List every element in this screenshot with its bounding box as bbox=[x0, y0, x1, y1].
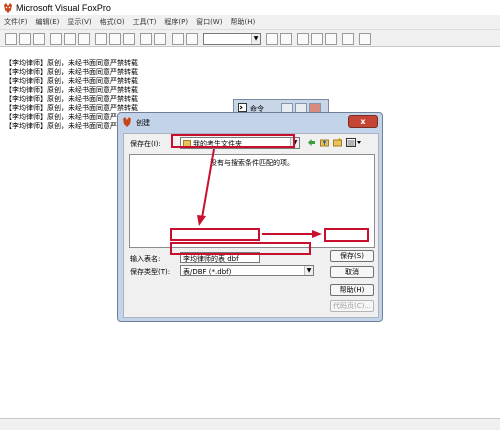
form-wizard-icon[interactable] bbox=[297, 33, 309, 45]
spell-check-icon[interactable] bbox=[78, 33, 90, 45]
print-preview-icon[interactable] bbox=[64, 33, 76, 45]
help-icon[interactable] bbox=[359, 33, 371, 45]
autoreport-icon[interactable] bbox=[342, 33, 354, 45]
menu-window[interactable]: 窗口(W) bbox=[196, 17, 222, 27]
run-icon[interactable] bbox=[172, 33, 184, 45]
command-window-icon bbox=[238, 103, 247, 112]
toolbar: ▼ bbox=[0, 29, 500, 47]
cancel-button[interactable]: 取消 bbox=[330, 266, 374, 278]
help-button[interactable]: 帮助(H) bbox=[330, 284, 374, 296]
save-in-value: 我的考生文件夹 bbox=[193, 140, 242, 148]
menu-file[interactable]: 文件(F) bbox=[4, 17, 28, 27]
modify-form-icon[interactable] bbox=[186, 33, 198, 45]
table-name-input[interactable]: 李均律师的表 dbf bbox=[180, 252, 260, 263]
status-bar bbox=[0, 418, 500, 430]
dialog-title: 创建 bbox=[136, 119, 150, 127]
create-dialog: 创建 x 保存在(I): 我的考生文件夹 ▼ 没有与搜索条件匹配的项。 输入表名… bbox=[117, 112, 383, 322]
database-combo[interactable]: ▼ bbox=[203, 33, 261, 45]
command-window-icon[interactable] bbox=[266, 33, 278, 45]
dialog-close-button[interactable]: x bbox=[348, 115, 378, 128]
menu-view[interactable]: 显示(V) bbox=[67, 17, 91, 27]
save-type-label: 保存类型(T): bbox=[130, 268, 171, 276]
copy-icon[interactable] bbox=[109, 33, 121, 45]
code-page-button[interactable]: 代码页(C)... bbox=[330, 300, 374, 312]
menu-program[interactable]: 程序(P) bbox=[164, 17, 188, 27]
back-arrow-icon[interactable] bbox=[307, 138, 316, 147]
view-menu-icon[interactable] bbox=[346, 138, 362, 147]
table-name-value: 李均律师的表 dbf bbox=[183, 255, 239, 263]
menu-format[interactable]: 格式(O) bbox=[100, 17, 125, 27]
report-wizard-icon[interactable] bbox=[311, 33, 323, 45]
menu-edit[interactable]: 编辑(E) bbox=[36, 17, 60, 27]
new-folder-icon[interactable] bbox=[333, 138, 342, 147]
undo-icon[interactable] bbox=[140, 33, 152, 45]
chevron-down-icon: ▼ bbox=[290, 138, 299, 148]
title-bar: Microsoft Visual FoxPro bbox=[0, 0, 500, 15]
print-icon[interactable] bbox=[50, 33, 62, 45]
save-in-combo[interactable]: 我的考生文件夹 ▼ bbox=[180, 137, 300, 149]
save-type-value: 表/DBF (*.dbf) bbox=[183, 268, 232, 276]
menu-tools[interactable]: 工具(T) bbox=[133, 17, 157, 27]
chevron-down-icon: ▼ bbox=[304, 266, 313, 275]
dialog-body: 保存在(I): 我的考生文件夹 ▼ 没有与搜索条件匹配的项。 输入表名: 李均律… bbox=[123, 133, 379, 318]
data-session-icon[interactable] bbox=[280, 33, 292, 45]
file-list[interactable]: 没有与搜索条件匹配的项。 bbox=[129, 154, 375, 248]
autoform-icon[interactable] bbox=[325, 33, 337, 45]
up-folder-icon[interactable] bbox=[320, 138, 329, 147]
save-type-combo[interactable]: 表/DBF (*.dbf) ▼ bbox=[180, 265, 314, 276]
redo-icon[interactable] bbox=[154, 33, 166, 45]
window-title: Microsoft Visual FoxPro bbox=[16, 2, 111, 13]
menu-bar: 文件(F) 编辑(E) 显示(V) 格式(O) 工具(T) 程序(P) 窗口(W… bbox=[0, 15, 500, 29]
chevron-down-icon: ▼ bbox=[251, 34, 260, 44]
paste-icon[interactable] bbox=[123, 33, 135, 45]
new-file-icon[interactable] bbox=[5, 33, 17, 45]
table-name-label: 输入表名: bbox=[130, 255, 161, 263]
foxpro-logo-icon bbox=[4, 2, 12, 13]
folder-icon bbox=[183, 140, 191, 147]
menu-help[interactable]: 帮助(H) bbox=[230, 17, 255, 27]
save-button[interactable]: 保存(S) bbox=[330, 250, 374, 262]
cut-icon[interactable] bbox=[95, 33, 107, 45]
open-folder-icon[interactable] bbox=[19, 33, 31, 45]
foxpro-logo-icon bbox=[123, 117, 131, 127]
save-in-label: 保存在(I): bbox=[130, 140, 161, 148]
empty-message: 没有与搜索条件匹配的项。 bbox=[210, 159, 294, 167]
save-icon[interactable] bbox=[33, 33, 45, 45]
